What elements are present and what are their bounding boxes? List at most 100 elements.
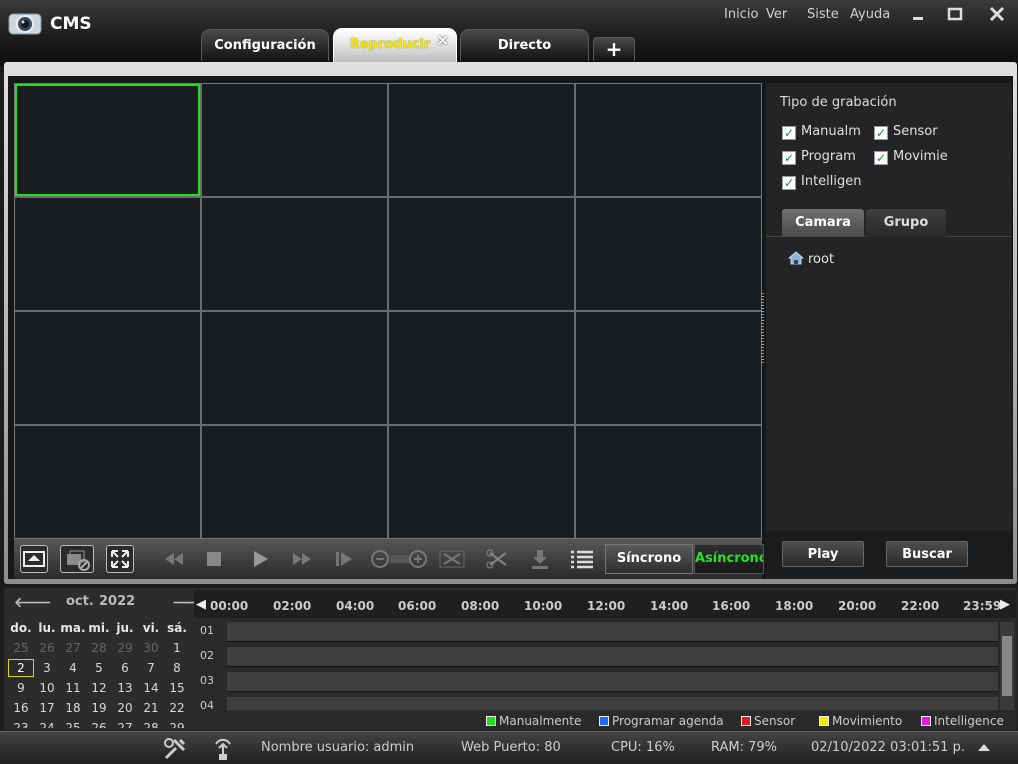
download-button[interactable] [526, 545, 554, 573]
calendar-day[interactable]: 26 [86, 718, 112, 728]
calendar-day[interactable]: 27 [112, 718, 138, 728]
calendar-day[interactable]: 29 [164, 718, 190, 728]
checkbox-motion[interactable]: ✓ Movimie [874, 149, 948, 165]
timeline-left-icon[interactable]: ◀ [196, 597, 206, 612]
fast-forward-button[interactable] [288, 545, 316, 573]
play-button[interactable]: Play [782, 541, 864, 567]
timeline-channel-row[interactable]: 01 [194, 619, 1000, 643]
calendar-day[interactable]: 30 [138, 638, 164, 658]
timeline-track[interactable] [227, 647, 998, 667]
video-cell[interactable] [202, 426, 387, 538]
frame-step-button[interactable] [330, 545, 358, 573]
calendar-day[interactable]: 11 [60, 678, 86, 698]
clip-button[interactable] [438, 545, 466, 573]
calendar-day[interactable]: 7 [138, 658, 164, 678]
calendar-day[interactable]: 16 [8, 698, 34, 718]
timeline-channel-row[interactable]: 04 [194, 694, 1000, 710]
tab-close-icon[interactable]: × [436, 25, 449, 56]
checkbox-intelligent[interactable]: ✓ Intelligen [782, 174, 862, 190]
timeline-right-icon[interactable]: ▶ [1000, 597, 1010, 612]
video-cell[interactable] [576, 198, 761, 310]
calendar-day[interactable]: 13 [112, 678, 138, 698]
menu-inicio[interactable]: Inicio [724, 7, 758, 22]
timeline-track[interactable] [227, 672, 998, 692]
tab-configuracion[interactable]: Configuración [201, 29, 329, 61]
calendar-day[interactable]: 15 [164, 678, 190, 698]
rewind-button[interactable] [160, 545, 188, 573]
calendar-day[interactable]: 18 [60, 698, 86, 718]
calendar-day[interactable]: 22 [164, 698, 190, 718]
network-touch-icon[interactable] [210, 736, 236, 764]
calendar-day[interactable]: 1 [164, 638, 190, 658]
timeline-channel-row[interactable]: 03 [194, 669, 1000, 693]
menu-siste[interactable]: Siste [807, 7, 839, 22]
tab-grupo[interactable]: Grupo [866, 209, 946, 237]
scrollbar-thumb[interactable] [1002, 636, 1012, 696]
maximize-button[interactable] [943, 4, 967, 24]
calendar-day[interactable]: 27 [60, 638, 86, 658]
video-cell[interactable] [389, 312, 574, 424]
calendar-day[interactable]: 12 [86, 678, 112, 698]
menu-ver[interactable]: Ver [766, 7, 787, 22]
video-cell[interactable] [15, 198, 200, 310]
calendar-day[interactable]: 8 [164, 658, 190, 678]
video-cell[interactable] [389, 426, 574, 538]
calendar-day[interactable]: 14 [138, 678, 164, 698]
calendar-day[interactable]: 10 [34, 678, 60, 698]
video-cell[interactable] [202, 312, 387, 424]
calendar-day-selected[interactable]: 2 [8, 659, 34, 677]
video-cell[interactable] [389, 84, 574, 196]
cut-button[interactable] [484, 545, 512, 573]
search-button[interactable]: Buscar [886, 541, 968, 567]
prev-month-icon[interactable]: 🡐 [14, 594, 52, 611]
fullscreen-button[interactable] [106, 545, 134, 573]
close-all-video-button[interactable] [60, 545, 94, 573]
calendar-day[interactable]: 17 [34, 698, 60, 718]
timeline-channel-row[interactable]: 02 [194, 644, 1000, 668]
close-window-button[interactable] [985, 4, 1009, 24]
async-button[interactable]: Asíncrono [694, 544, 764, 574]
timeline-track[interactable] [227, 622, 998, 642]
timeline-track[interactable] [227, 697, 998, 710]
video-cell[interactable] [202, 198, 387, 310]
calendar-day[interactable]: 19 [86, 698, 112, 718]
tab-directo[interactable]: Directo [460, 29, 589, 61]
play-button[interactable] [246, 545, 274, 573]
calendar-day[interactable]: 26 [34, 638, 60, 658]
timeline-scrollbar[interactable] [1000, 622, 1014, 710]
expand-up-icon[interactable] [976, 741, 992, 757]
menu-ayuda[interactable]: Ayuda [850, 7, 890, 22]
calendar-day[interactable]: 29 [112, 638, 138, 658]
video-cell[interactable] [576, 84, 761, 196]
layout-button[interactable] [20, 545, 48, 573]
video-cell[interactable] [576, 426, 761, 538]
video-cell[interactable] [15, 84, 200, 196]
video-cell[interactable] [202, 84, 387, 196]
calendar-day[interactable]: 9 [8, 678, 34, 698]
stop-button[interactable] [200, 545, 228, 573]
checkbox-program[interactable]: ✓ Program [782, 149, 856, 165]
checkbox-sensor[interactable]: ✓ Sensor [874, 124, 938, 140]
device-tree-root[interactable]: root [787, 251, 834, 267]
video-cell[interactable] [576, 312, 761, 424]
splitter-handle[interactable] [761, 293, 764, 363]
calendar-day[interactable]: 28 [86, 638, 112, 658]
sync-button[interactable]: Síncrono [605, 544, 693, 574]
calendar-day[interactable]: 28 [138, 718, 164, 728]
calendar-day[interactable]: 24 [34, 718, 60, 728]
checkbox-manual[interactable]: ✓ Manualm [782, 124, 861, 140]
calendar-day[interactable]: 20 [112, 698, 138, 718]
calendar-day[interactable]: 23 [8, 718, 34, 728]
tab-reproducir[interactable]: Reproducir × [333, 28, 457, 62]
tools-icon[interactable] [162, 736, 188, 764]
video-cell[interactable] [389, 198, 574, 310]
calendar-day[interactable]: 21 [138, 698, 164, 718]
tab-camara[interactable]: Camara [782, 209, 864, 237]
video-cell[interactable] [15, 312, 200, 424]
calendar-day[interactable]: 4 [60, 658, 86, 678]
speed-control[interactable] [370, 545, 430, 573]
calendar-day[interactable]: 3 [34, 658, 60, 678]
calendar-day[interactable]: 25 [8, 638, 34, 658]
video-cell[interactable] [15, 426, 200, 538]
minimize-button[interactable] [906, 4, 930, 24]
